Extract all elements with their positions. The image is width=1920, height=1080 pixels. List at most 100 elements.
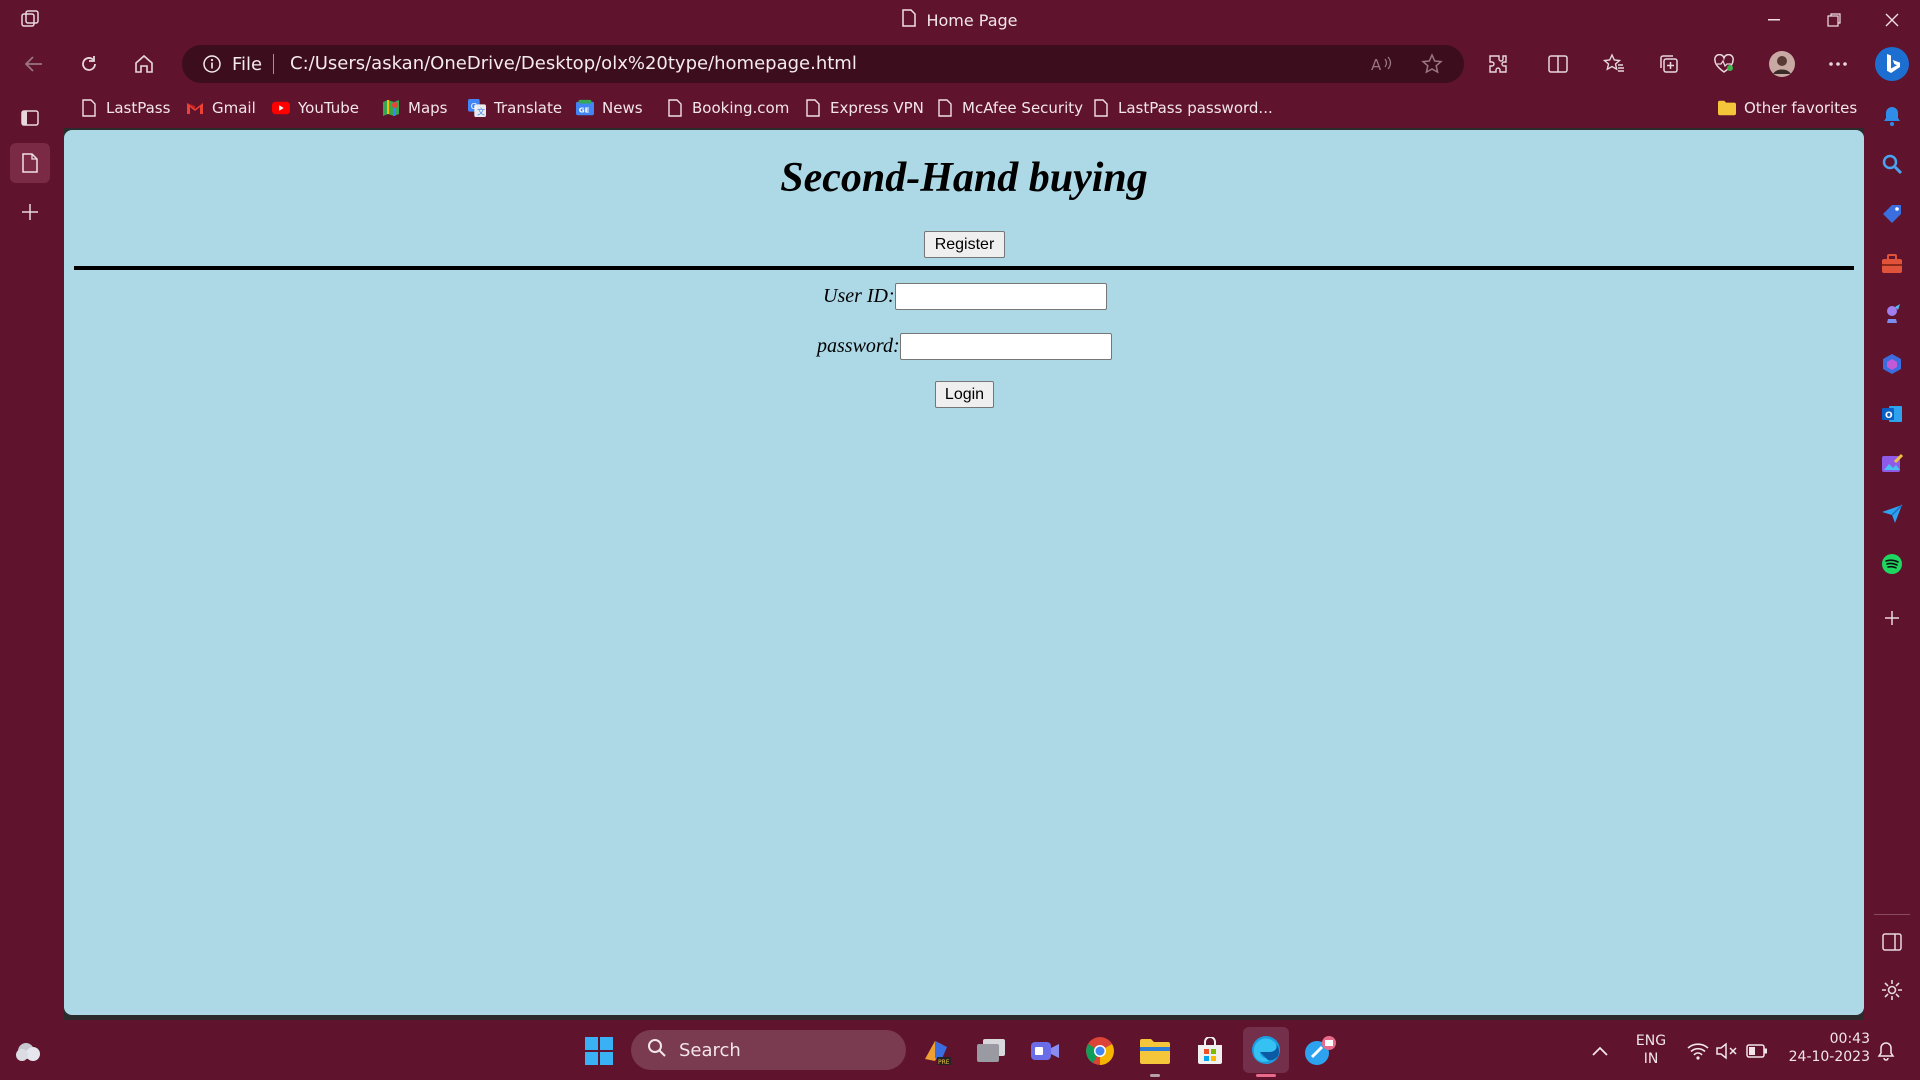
active-app-indicator bbox=[1256, 1074, 1276, 1077]
close-button[interactable] bbox=[1864, 0, 1920, 40]
windows-taskbar: Search PRE ENG IN 00:43 24-10-2023 bbox=[0, 1020, 1920, 1080]
notification-center-bell-icon[interactable] bbox=[1868, 1030, 1904, 1072]
add-sidebar-app-icon[interactable] bbox=[1874, 600, 1910, 636]
page-icon bbox=[804, 99, 822, 117]
drop-send-icon[interactable] bbox=[1874, 496, 1910, 532]
outlook-icon[interactable]: O bbox=[1874, 396, 1910, 432]
volume-muted-icon[interactable] bbox=[1712, 1030, 1742, 1072]
spotify-icon[interactable] bbox=[1874, 546, 1910, 582]
bookmark-gmail[interactable]: Gmail bbox=[186, 97, 256, 119]
profile-avatar[interactable] bbox=[1764, 48, 1800, 80]
split-screen-icon[interactable] bbox=[1540, 48, 1576, 80]
svg-text:G: G bbox=[471, 101, 477, 111]
address-separator bbox=[273, 54, 274, 74]
show-hidden-icons-chevron[interactable] bbox=[1580, 1030, 1620, 1072]
start-button[interactable] bbox=[578, 1030, 620, 1072]
page-icon bbox=[936, 99, 954, 117]
bookmark-label: LastPass bbox=[106, 99, 171, 117]
office-pre-icon[interactable]: PRE bbox=[916, 1030, 958, 1072]
bookmark-translate[interactable]: G文 Translate bbox=[468, 97, 562, 119]
page-icon bbox=[902, 9, 917, 31]
window-title: Home Page bbox=[926, 10, 1018, 30]
bookmark-youtube[interactable]: YouTube bbox=[272, 97, 359, 119]
url-text[interactable]: C:/Users/askan/OneDrive/Desktop/olx%20ty… bbox=[290, 53, 857, 74]
shopping-tag-icon[interactable] bbox=[1874, 196, 1910, 232]
user-id-input[interactable] bbox=[894, 282, 1107, 310]
read-aloud-icon[interactable]: A bbox=[1364, 48, 1400, 80]
search-icon bbox=[647, 1038, 667, 1063]
window-title-area: Home Page bbox=[0, 0, 1920, 40]
info-icon[interactable] bbox=[202, 54, 222, 78]
bookmark-label: Gmail bbox=[212, 99, 256, 117]
search-icon[interactable] bbox=[1874, 146, 1910, 182]
file-explorer-icon[interactable] bbox=[1134, 1030, 1176, 1072]
teams-meet-icon[interactable] bbox=[1024, 1030, 1066, 1072]
bookmark-label: McAfee Security bbox=[962, 99, 1084, 117]
bookmark-label: LastPass password... bbox=[1118, 99, 1273, 117]
sidebar-settings-gear-icon[interactable] bbox=[1874, 972, 1910, 1008]
wifi-icon[interactable] bbox=[1682, 1030, 1714, 1072]
favorites-icon[interactable] bbox=[1596, 48, 1632, 80]
extensions-icon[interactable] bbox=[1480, 48, 1516, 80]
address-bar[interactable]: File C:/Users/askan/OneDrive/Desktop/olx… bbox=[182, 45, 1464, 83]
image-creator-icon[interactable] bbox=[1874, 446, 1910, 482]
clock-time: 00:43 bbox=[1829, 1031, 1870, 1047]
minimize-button[interactable] bbox=[1746, 0, 1802, 40]
region-code: IN bbox=[1643, 1051, 1659, 1067]
collections-icon[interactable] bbox=[1651, 48, 1687, 80]
bookmark-maps[interactable]: Maps bbox=[382, 97, 447, 119]
new-tab-icon[interactable] bbox=[10, 192, 50, 232]
bookmark-news[interactable]: GE News bbox=[576, 97, 643, 119]
running-indicator bbox=[1150, 1074, 1160, 1077]
bookmark-booking[interactable]: Booking.com bbox=[666, 97, 789, 119]
microsoft-store-icon[interactable] bbox=[1189, 1030, 1231, 1072]
vertical-tabs-bar bbox=[0, 88, 64, 1020]
mail-help-icon[interactable] bbox=[1299, 1030, 1341, 1072]
weather-icon[interactable] bbox=[8, 1030, 50, 1072]
bookmark-lastpass[interactable]: LastPass bbox=[80, 97, 170, 119]
bookmark-label: Express VPN bbox=[830, 99, 924, 117]
password-row: password: bbox=[817, 332, 1112, 360]
horizontal-rule bbox=[74, 266, 1854, 270]
chrome-icon[interactable] bbox=[1079, 1030, 1121, 1072]
bookmark-mcafee[interactable]: McAfee Security bbox=[936, 97, 1083, 119]
copilot-icon[interactable] bbox=[1872, 44, 1912, 84]
other-favorites-folder[interactable]: Other favorites bbox=[1718, 97, 1857, 119]
address-scheme-label: File bbox=[232, 54, 263, 75]
home-button[interactable] bbox=[126, 48, 162, 80]
restore-button[interactable] bbox=[1806, 0, 1862, 40]
input-language-indicator[interactable]: ENG IN bbox=[1628, 1032, 1674, 1068]
more-options-icon[interactable] bbox=[1820, 48, 1856, 80]
password-input[interactable] bbox=[899, 332, 1112, 360]
tab-actions-icon[interactable] bbox=[10, 98, 50, 138]
edge-icon[interactable] bbox=[1243, 1027, 1289, 1073]
task-view-icon[interactable] bbox=[970, 1030, 1012, 1072]
microsoft-365-icon[interactable] bbox=[1874, 346, 1910, 382]
bookmark-label: News bbox=[602, 99, 643, 117]
favorite-star-icon[interactable] bbox=[1414, 48, 1450, 80]
sidebar-divider bbox=[1874, 914, 1910, 915]
bookmark-express-vpn[interactable]: Express VPN bbox=[804, 97, 924, 119]
language-code: ENG bbox=[1635, 1033, 1667, 1049]
taskbar-search-box[interactable]: Search bbox=[631, 1030, 906, 1070]
page-icon bbox=[666, 99, 684, 117]
register-button[interactable]: Register bbox=[924, 231, 1005, 258]
battery-icon[interactable] bbox=[1740, 1030, 1774, 1072]
games-icon[interactable] bbox=[1874, 296, 1910, 332]
notifications-bell-icon[interactable] bbox=[1874, 98, 1910, 134]
bookmark-lastpass-password[interactable]: LastPass password... bbox=[1092, 97, 1273, 119]
hide-sidebar-icon[interactable] bbox=[1874, 924, 1910, 960]
youtube-icon bbox=[272, 99, 290, 117]
tab-home-page[interactable] bbox=[10, 143, 50, 183]
translate-icon: G文 bbox=[468, 99, 486, 117]
login-button[interactable]: Login bbox=[935, 381, 994, 408]
svg-text:GE: GE bbox=[579, 106, 590, 115]
refresh-button[interactable] bbox=[71, 48, 107, 80]
back-button[interactable] bbox=[16, 48, 52, 80]
folder-icon bbox=[1718, 99, 1736, 117]
other-favorites-label: Other favorites bbox=[1744, 99, 1858, 117]
tools-icon[interactable] bbox=[1874, 246, 1910, 282]
clock[interactable]: 00:43 24-10-2023 bbox=[1782, 1030, 1870, 1066]
browser-essentials-icon[interactable] bbox=[1706, 48, 1742, 80]
search-label: Search bbox=[679, 1039, 741, 1061]
